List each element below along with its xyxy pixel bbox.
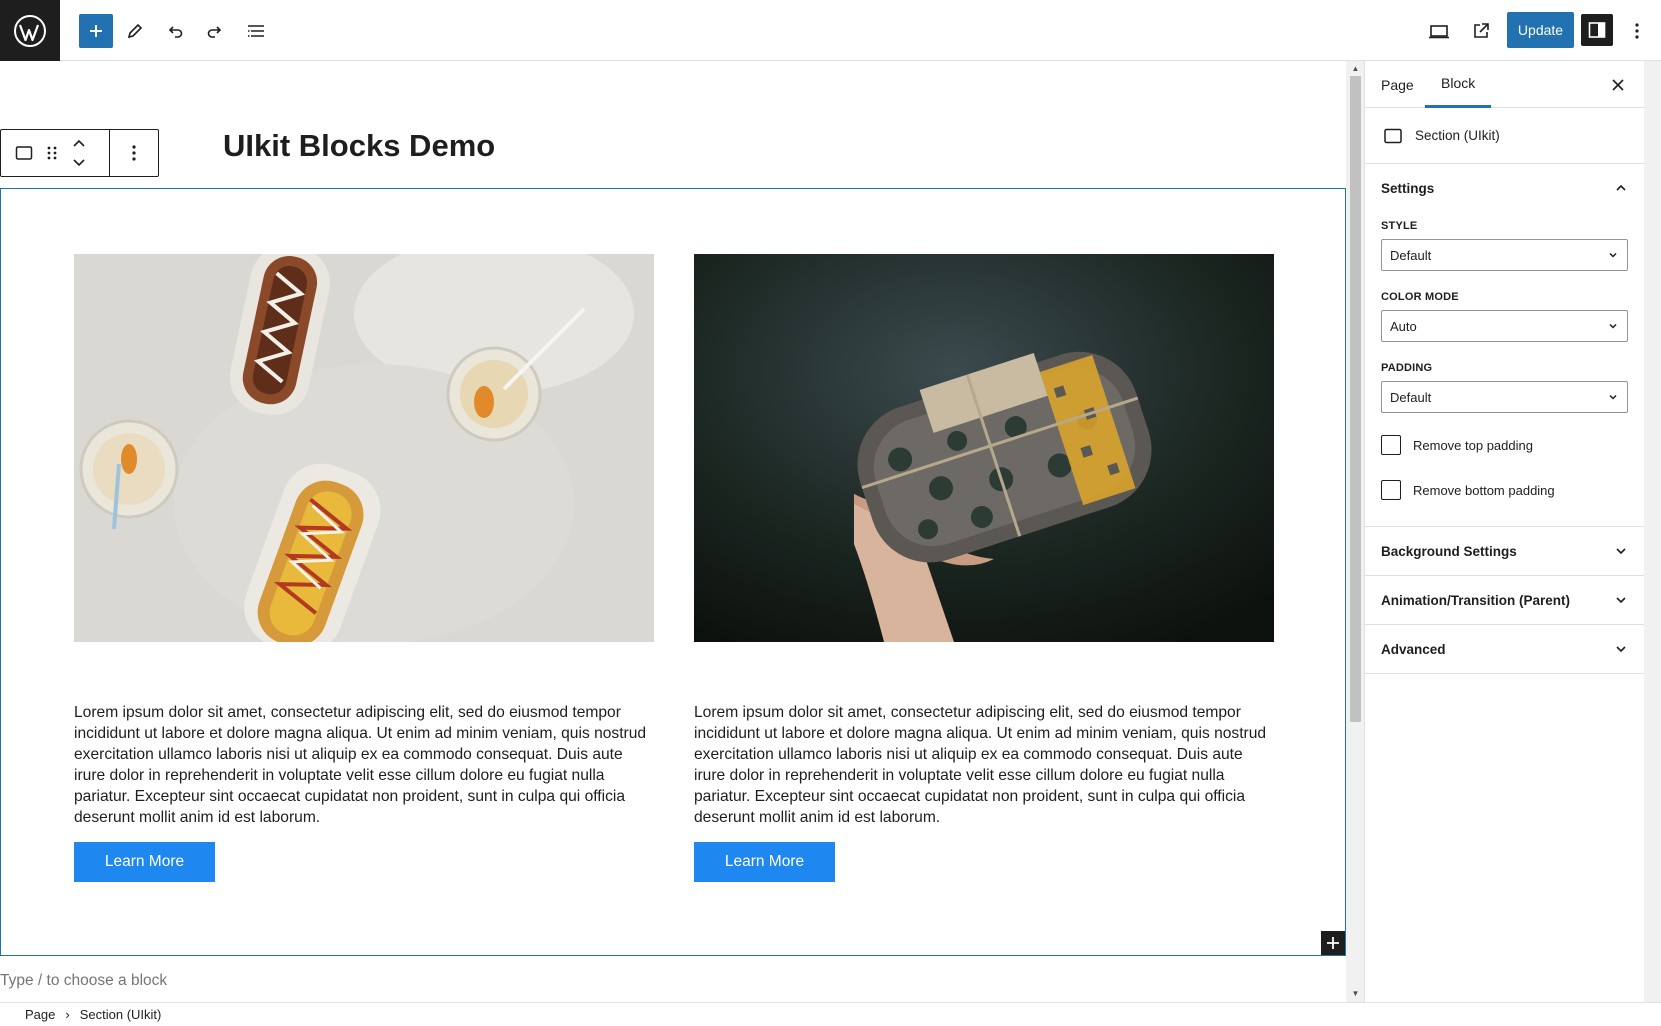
tab-block[interactable]: Block (1425, 61, 1492, 108)
style-select[interactable]: Default (1381, 239, 1628, 271)
remove-top-padding-checkbox[interactable] (1381, 435, 1401, 455)
advanced-panel: Advanced (1365, 625, 1644, 674)
tab-page[interactable]: Page (1365, 61, 1430, 108)
vertical-ellipsis-icon (1635, 23, 1639, 39)
undo-icon (168, 26, 183, 38)
section-block[interactable]: Lorem ipsum dolor sit amet, consectetur … (0, 188, 1346, 956)
socks-illustration (694, 254, 1274, 642)
vertical-ellipsis-icon (132, 145, 136, 161)
breadcrumb-item-page[interactable]: Page (25, 1007, 55, 1022)
remove-bottom-padding-label[interactable]: Remove bottom padding (1413, 483, 1555, 498)
close-icon (1612, 79, 1624, 91)
block-toolbar (0, 129, 159, 177)
move-up-down-icon[interactable] (71, 138, 87, 168)
block-placeholder[interactable]: Type / to choose a block (0, 972, 167, 990)
drag-handle-icon[interactable] (45, 144, 59, 162)
block-card: Section (UIkit) (1365, 108, 1644, 164)
background-settings-toggle[interactable]: Background Settings (1365, 527, 1644, 575)
redo-button[interactable] (198, 14, 232, 48)
plus-icon (90, 25, 102, 37)
plus-icon (1327, 937, 1339, 949)
padding-select[interactable]: Default (1381, 381, 1628, 413)
background-settings-panel: Background Settings (1365, 527, 1644, 576)
settings-panel-body: STYLE Default COLOR MODE Auto PADDING De… (1365, 220, 1644, 526)
learn-more-button[interactable]: Learn More (74, 842, 215, 882)
section-block-icon (1384, 128, 1402, 143)
tools-button[interactable] (118, 14, 152, 48)
append-block-button[interactable] (1321, 931, 1345, 955)
canvas-scrollbar-thumb[interactable] (1350, 76, 1361, 722)
column-text[interactable]: Lorem ipsum dolor sit amet, consectetur … (74, 702, 654, 828)
wordpress-logo[interactable] (0, 0, 60, 61)
chevron-up-icon (1616, 184, 1626, 191)
padding-label: PADDING (1381, 362, 1433, 374)
remove-top-padding-row: Remove top padding (1381, 433, 1628, 457)
animation-toggle[interactable]: Animation/Transition (Parent) (1365, 576, 1644, 624)
panel-title: Settings (1381, 180, 1435, 196)
undo-button[interactable] (158, 14, 192, 48)
document-overview-button[interactable] (239, 14, 273, 48)
section-block-icon[interactable] (15, 144, 33, 162)
sidebar-icon (1588, 22, 1606, 38)
remove-top-padding-label[interactable]: Remove top padding (1413, 438, 1533, 453)
block-options-button[interactable] (110, 130, 158, 176)
options-menu-button[interactable] (1620, 14, 1654, 48)
desktop-icon (1429, 25, 1449, 39)
style-label: STYLE (1381, 220, 1418, 232)
settings-panel-toggle[interactable]: Settings (1365, 164, 1644, 212)
style-select-value: Default (1390, 247, 1432, 263)
wordpress-icon (14, 14, 46, 47)
hot-dogs-image[interactable] (74, 254, 654, 642)
update-button[interactable]: Update (1507, 12, 1574, 48)
sidebar-scrollbar[interactable] (1644, 61, 1661, 1002)
close-sidebar-button[interactable] (1606, 73, 1630, 97)
hot-dogs-illustration (74, 254, 654, 642)
color-mode-label: COLOR MODE (1381, 291, 1459, 303)
chevron-down-icon (1616, 646, 1626, 653)
column-right: Lorem ipsum dolor sit amet, consectetur … (694, 254, 1274, 882)
external-link-icon (1474, 23, 1489, 38)
chevron-down-icon (1609, 252, 1617, 258)
editor-header: Update (0, 0, 1661, 61)
panel-title: Animation/Transition (Parent) (1381, 592, 1571, 608)
scroll-down-arrow-icon[interactable]: ▼ (1350, 988, 1361, 998)
chevron-down-icon (1616, 548, 1626, 555)
pencil-icon (127, 23, 143, 39)
editor-canvas[interactable]: UIkit Blocks Demo Lorem ipsum dolor sit … (0, 61, 1346, 1002)
add-block-button[interactable] (79, 14, 113, 48)
padding-select-value: Default (1390, 389, 1432, 405)
learn-more-button[interactable]: Learn More (694, 842, 835, 882)
view-page-button[interactable] (1464, 14, 1498, 48)
chevron-down-icon (1609, 323, 1617, 329)
column-text[interactable]: Lorem ipsum dolor sit amet, consectetur … (694, 702, 1274, 828)
animation-panel: Animation/Transition (Parent) (1365, 576, 1644, 625)
panel-title: Advanced (1381, 641, 1446, 657)
color-mode-select-value: Auto (1390, 318, 1417, 334)
redo-icon (207, 26, 222, 38)
breadcrumb-item-section[interactable]: Section (UIkit) (80, 1007, 162, 1022)
block-card-title: Section (UIkit) (1415, 128, 1500, 143)
preview-button[interactable] (1422, 14, 1456, 48)
remove-bottom-padding-checkbox[interactable] (1381, 480, 1401, 500)
remove-bottom-padding-row: Remove bottom padding (1381, 478, 1628, 502)
panel-title: Background Settings (1381, 543, 1517, 559)
chevron-down-icon (1616, 597, 1626, 604)
color-mode-select[interactable]: Auto (1381, 310, 1628, 342)
breadcrumb: Page › Section (UIkit) (0, 1002, 1661, 1026)
socks-image[interactable] (694, 254, 1274, 642)
scroll-up-arrow-icon[interactable]: ▲ (1350, 63, 1361, 73)
page-title[interactable]: UIkit Blocks Demo (223, 128, 495, 164)
settings-toggle-button[interactable] (1581, 14, 1613, 46)
column-left: Lorem ipsum dolor sit amet, consectetur … (74, 254, 654, 882)
sidebar-tabs: Page Block (1365, 61, 1644, 108)
chevron-down-icon (1609, 394, 1617, 400)
advanced-toggle[interactable]: Advanced (1365, 625, 1644, 673)
settings-sidebar: Page Block Section (UIkit) Settings STYL… (1364, 61, 1644, 1002)
settings-panel: Settings STYLE Default COLOR MODE Auto P… (1365, 164, 1644, 527)
block-toolbar-main (1, 130, 110, 176)
chevron-right-icon: › (65, 1007, 70, 1022)
list-view-icon (248, 25, 264, 37)
